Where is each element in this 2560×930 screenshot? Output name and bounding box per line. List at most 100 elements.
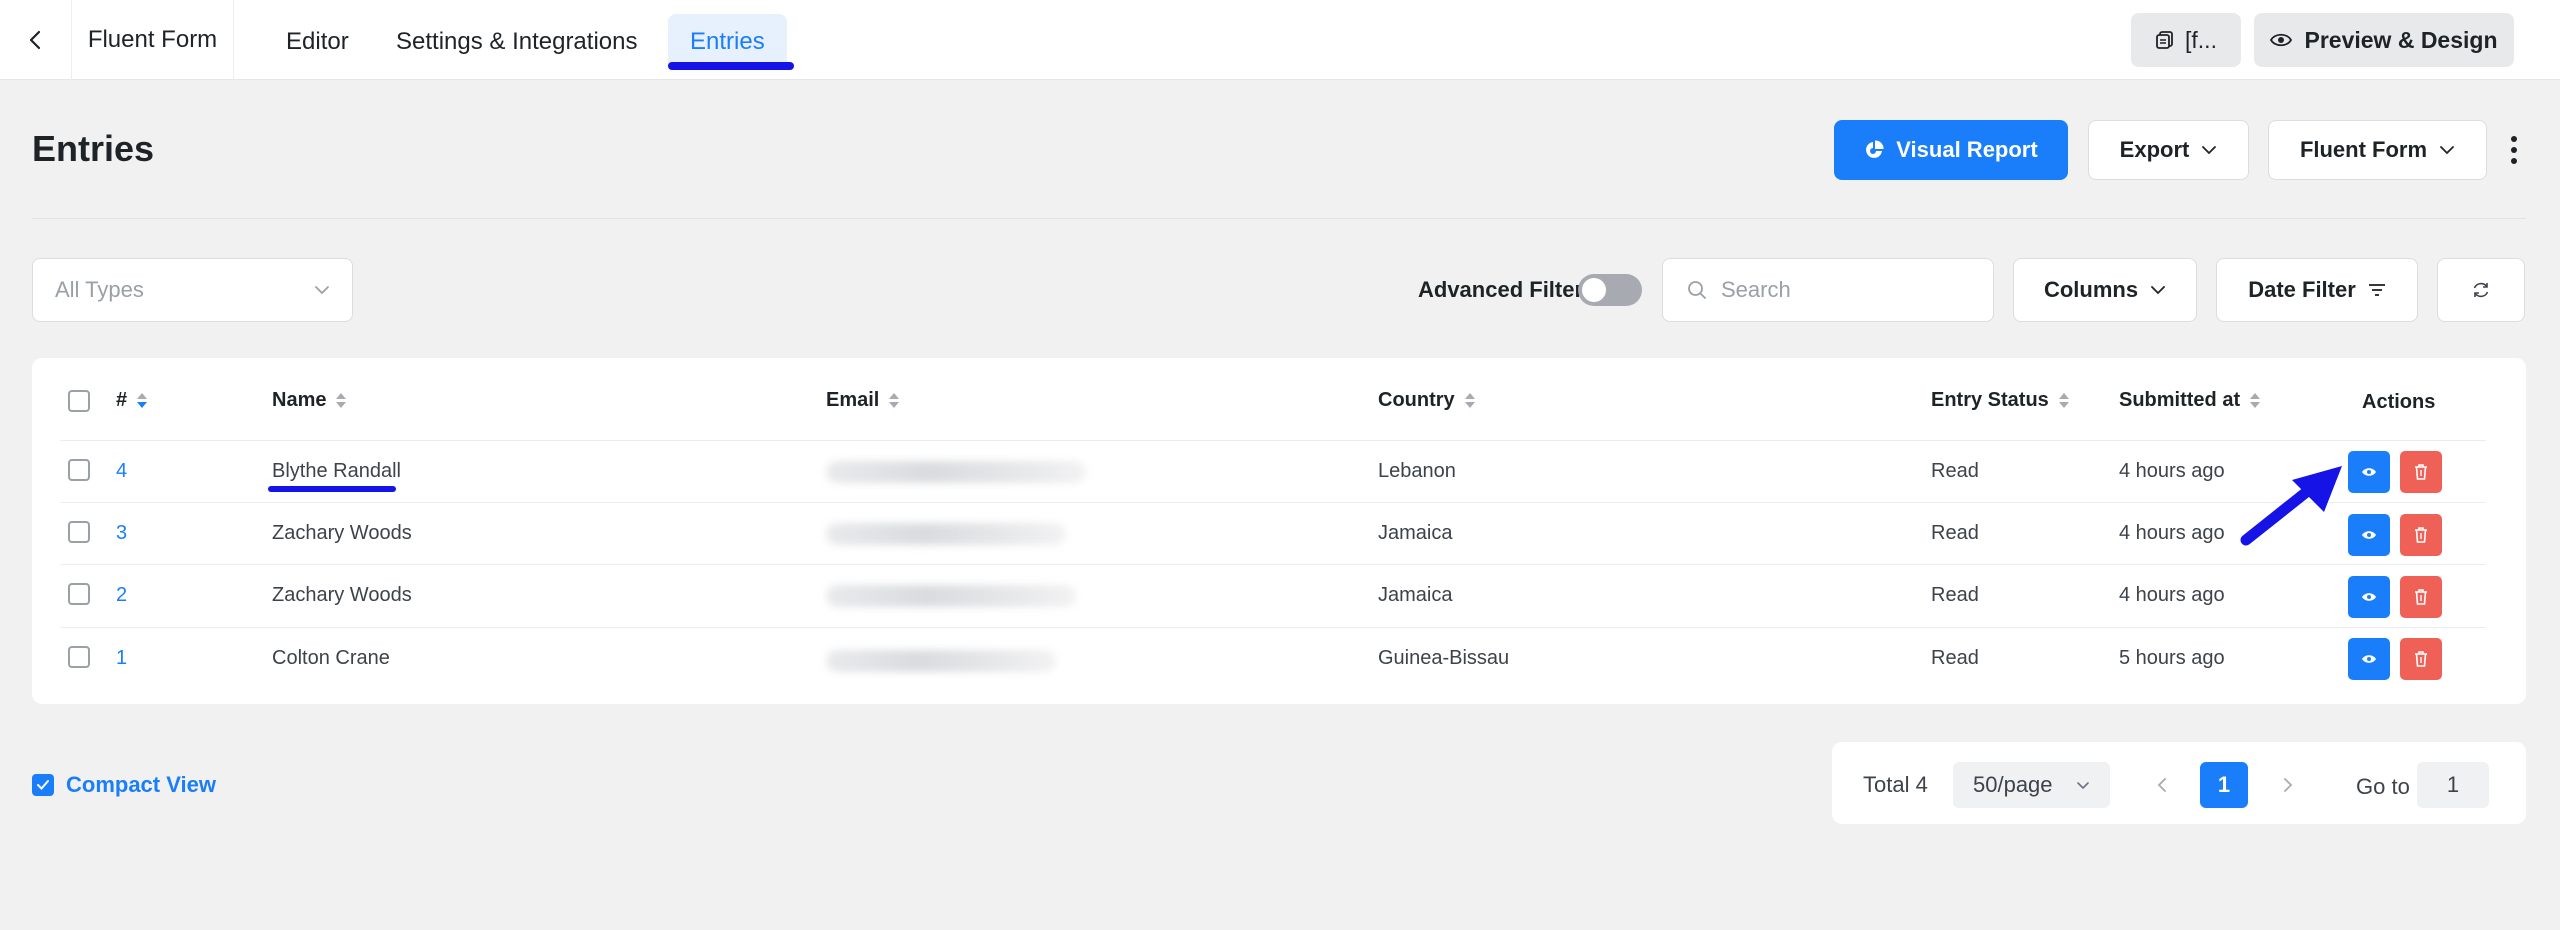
chevron-left-icon [2157,778,2166,792]
view-entry-button[interactable] [2348,451,2390,493]
sort-icon [2058,392,2069,408]
column-header-entry-status[interactable]: Entry Status [1931,388,2069,412]
prev-page-button[interactable] [2150,773,2174,797]
entry-country: Jamaica [1378,521,1453,544]
tab-settings-integrations[interactable]: Settings & Integrations [374,14,659,70]
entry-submitted-at: 5 hours ago [2119,646,2225,669]
entry-name: Zachary Woods [272,583,412,606]
export-label: Export [2119,137,2190,162]
trash-icon [2415,651,2427,667]
total-count: Total 4 [1863,772,1928,797]
annotation-underline [268,486,396,492]
filter-lines-icon [2368,284,2385,296]
per-page-select[interactable]: 50/page [1953,762,2110,808]
preview-design-label: Preview & Design [2304,26,2498,53]
blurred-email [826,585,1076,607]
row-checkbox[interactable] [68,646,90,668]
entry-name: Colton Crane [272,646,390,669]
entry-id-link[interactable]: 4 [116,459,127,483]
row-checkbox[interactable] [68,583,90,605]
delete-entry-button[interactable] [2400,576,2442,618]
advanced-filter-toggle[interactable] [1578,274,1642,306]
top-bar: Fluent Form Editor Settings & Integratio… [0,0,2560,80]
entry-types-select[interactable]: All Types [32,258,353,322]
copy-icon [2156,31,2173,49]
entry-status: Read [1931,521,1979,544]
sort-icon [1464,392,1475,408]
next-page-button[interactable] [2276,773,2300,797]
row-divider [60,440,2486,441]
page-title: Entries [32,128,155,169]
view-entry-button[interactable] [2348,576,2390,618]
eye-icon [2362,531,2376,539]
entry-id-link[interactable]: 3 [116,521,127,545]
delete-entry-button[interactable] [2400,638,2442,680]
refresh-button[interactable] [2437,258,2525,322]
refresh-icon [2473,282,2489,298]
column-header-actions: Actions [2362,390,2436,413]
column-header-id[interactable]: # [116,388,148,412]
column-header-country[interactable]: Country [1378,388,1475,412]
view-entry-button[interactable] [2348,638,2390,680]
more-options-icon[interactable] [2504,130,2524,170]
chevron-down-icon [315,286,329,295]
sort-icon [2250,392,2261,408]
row-checkbox[interactable] [68,459,90,481]
export-button[interactable]: Export [2088,120,2249,180]
chevron-left-icon [29,30,40,50]
preview-design-button[interactable]: Preview & Design [2254,13,2514,67]
columns-label: Columns [2043,277,2139,302]
search-input[interactable] [1721,277,1961,303]
trash-icon [2415,527,2427,543]
chevron-down-icon [2202,146,2217,155]
select-all-checkbox[interactable] [68,390,90,412]
view-entry-button[interactable] [2348,514,2390,556]
delete-entry-button[interactable] [2400,451,2442,493]
entry-id-link[interactable]: 2 [116,583,127,607]
goto-label: Go to [2356,774,2410,799]
entry-submitted-at: 4 hours ago [2119,583,2225,606]
columns-button[interactable]: Columns [2013,258,2197,322]
eye-icon [2362,468,2376,476]
delete-entry-button[interactable] [2400,514,2442,556]
row-divider [60,627,2486,628]
form-select-button[interactable]: Fluent Form [2268,120,2487,180]
entry-country: Lebanon [1378,459,1456,482]
chevron-down-icon [2440,146,2454,155]
compact-view-label: Compact View [66,772,216,797]
shortcode-button[interactable]: [f... [2131,13,2241,67]
back-button[interactable] [0,0,72,80]
column-header-submitted-at[interactable]: Submitted at [2119,388,2261,412]
search-icon [1688,281,1706,299]
date-filter-button[interactable]: Date Filter [2216,258,2418,322]
page-number-button[interactable]: 1 [2200,762,2248,808]
row-checkbox[interactable] [68,521,90,543]
chevron-right-icon [2284,778,2293,792]
entry-types-placeholder: All Types [55,277,144,302]
chevron-down-icon [2077,781,2089,789]
date-filter-label: Date Filter [2248,277,2356,302]
blurred-email [826,461,1086,483]
annotation-arrow-icon [2240,466,2342,546]
form-name: Fluent Form [72,0,234,80]
visual-report-label: Visual Report [1896,137,2038,162]
blurred-email [826,650,1056,672]
eye-icon [2362,593,2376,601]
compact-view-toggle[interactable]: Compact View [32,772,216,798]
search-box[interactable] [1662,258,1994,322]
visual-report-button[interactable]: Visual Report [1834,120,2068,180]
entry-id-link[interactable]: 1 [116,646,127,670]
tab-editor[interactable]: Editor [264,14,371,70]
entry-name: Zachary Woods [272,521,412,544]
sort-icon [137,392,148,408]
eye-icon [2270,33,2293,47]
column-header-name[interactable]: Name [272,388,347,412]
eye-icon [2362,655,2376,663]
entry-submitted-at: 4 hours ago [2119,459,2225,482]
column-header-email[interactable]: Email [826,388,900,412]
entry-status: Read [1931,583,1979,606]
blurred-email [826,523,1066,545]
goto-page-input[interactable]: 1 [2417,762,2489,808]
per-page-label: 50/page [1973,772,2053,797]
entry-status: Read [1931,459,1979,482]
